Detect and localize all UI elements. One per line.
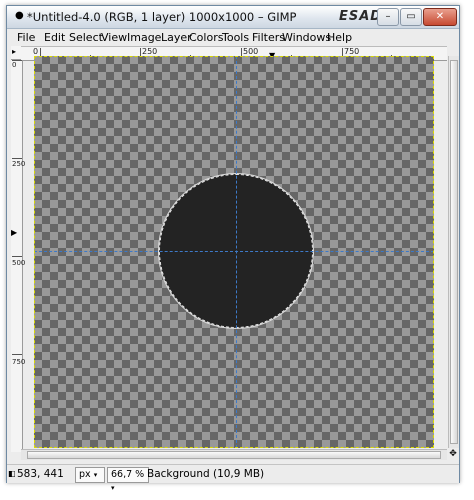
vertical-scrollbar-thumb[interactable] (450, 60, 458, 444)
ruler-label: 500 (12, 259, 26, 267)
ruler-tick (12, 158, 22, 159)
pointer-position-marker-icon: ▶ (11, 228, 18, 237)
title-bar[interactable]: ● *Untitled-4.0 (RGB, 1 layer) 1000x1000… (7, 6, 459, 29)
menu-layer[interactable]: Layer (161, 31, 192, 44)
chevron-down-icon: ▾ (93, 471, 98, 479)
ruler-label: 250 (12, 160, 26, 168)
title-bullet-icon: ● (15, 10, 24, 21)
menu-edit[interactable]: Edit (44, 31, 65, 44)
menu-colors[interactable]: Colors (189, 31, 223, 44)
menu-arrow-icon: ▸ (12, 47, 17, 56)
ruler-label: 0 (12, 61, 17, 69)
ruler-label: 750 (344, 47, 360, 56)
quickmask-icon[interactable]: ◧ (8, 469, 16, 478)
menu-tools[interactable]: Tools (222, 31, 249, 44)
horizontal-scrollbar-thumb[interactable] (27, 451, 441, 459)
status-bar: ◧ 583, 441 px ▾ 66,7 % ▾ Background (10,… (7, 464, 459, 492)
horizontal-scrollbar[interactable] (21, 449, 447, 460)
vertical-scrollbar[interactable] (448, 56, 459, 448)
ruler-label: 750 (12, 358, 26, 366)
gimp-image-window: ● *Untitled-4.0 (RGB, 1 layer) 1000x1000… (6, 5, 460, 492)
menu-view[interactable]: View (101, 31, 127, 44)
chevron-down-icon: ▾ (111, 484, 115, 492)
vertical-ruler[interactable]: 0 250 500 750 ▶ (11, 60, 26, 452)
ruler-label: 500 (243, 47, 259, 56)
status-message: Background (10,9 MB) (147, 468, 265, 480)
unit-value: px (79, 469, 91, 480)
menu-bar: File Edit Select View Image Layer Colors… (7, 29, 459, 47)
brand-logo: ESAD (339, 9, 383, 24)
minimize-button[interactable]: – (377, 8, 399, 26)
unit-selector[interactable]: px ▾ (75, 467, 105, 483)
ruler-label: 250 (142, 47, 158, 56)
menu-help[interactable]: Help (327, 31, 352, 44)
zoom-selector[interactable]: 66,7 % ▾ (107, 467, 149, 492)
menu-filters[interactable]: Filters (252, 31, 285, 44)
menu-select[interactable]: Select (69, 31, 103, 44)
ruler-tick (12, 354, 22, 355)
zoom-value: 66,7 % (111, 469, 145, 480)
menu-image[interactable]: Image (127, 31, 161, 44)
horizontal-guide[interactable] (34, 251, 434, 252)
pointer-coordinates: 583, 441 (17, 468, 64, 480)
ruler-corner-menu-button[interactable]: ▸ (11, 46, 21, 60)
maximize-button[interactable]: ▭ (400, 8, 422, 26)
ruler-label: 0 (33, 47, 39, 56)
ruler-tick (12, 256, 22, 257)
ruler-tick (12, 60, 22, 61)
menu-windows[interactable]: Windows (282, 31, 331, 44)
image-canvas[interactable] (34, 56, 434, 448)
navigate-icon[interactable]: ✥ (448, 449, 458, 459)
close-button[interactable]: ✕ (423, 8, 457, 26)
window-title: *Untitled-4.0 (RGB, 1 layer) 1000x1000 –… (27, 10, 297, 24)
vertical-guide[interactable] (236, 56, 237, 448)
menu-file[interactable]: File (17, 31, 35, 44)
